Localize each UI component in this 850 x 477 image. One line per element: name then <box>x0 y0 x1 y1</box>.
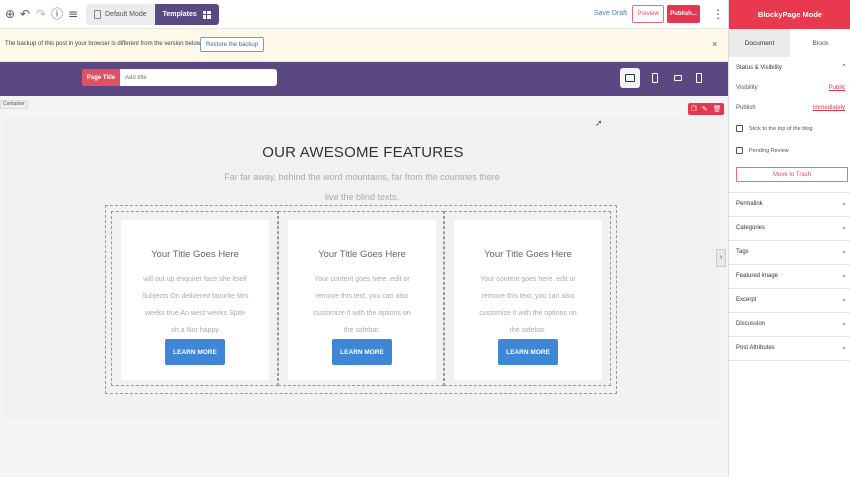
templates-button[interactable]: Templates <box>154 4 219 25</box>
preview-button[interactable]: Preview <box>632 5 664 23</box>
close-icon[interactable]: × <box>712 39 717 49</box>
duplicate-icon[interactable]: ❐ <box>690 103 696 115</box>
panel-title: Permalink <box>736 201 763 207</box>
learn-more-button[interactable]: LEARN MORE <box>332 339 392 365</box>
panel-title: Featured image <box>736 273 779 279</box>
mobile-preview-button[interactable] <box>689 68 709 88</box>
tab-document[interactable]: Document <box>729 29 790 57</box>
panel-post-attributes[interactable]: Post Attributes ⌄ <box>729 337 850 361</box>
mouse-cursor-icon: ➚ <box>595 119 603 129</box>
card-title[interactable]: Your Title Goes Here <box>288 249 436 260</box>
panel-tags[interactable]: Tags ⌄ <box>729 241 850 265</box>
panel-discussion[interactable]: Discussion ⌄ <box>729 313 850 337</box>
grid-icon <box>202 10 211 19</box>
card-text[interactable]: will out up enquirer face she itself Sub… <box>141 271 249 339</box>
publish-button[interactable]: Publish... <box>667 5 700 23</box>
desktop-preview-button[interactable] <box>620 68 640 88</box>
chevron-down-icon: ⌄ <box>841 319 847 327</box>
phone-icon <box>652 73 658 83</box>
pending-review-label: Pending Review <box>749 148 789 154</box>
page-title-input[interactable] <box>120 69 277 86</box>
stick-to-top-label: Stick to the top of the blog <box>749 126 813 132</box>
chevron-down-icon: ⌄ <box>841 247 847 255</box>
block-toolbar: ❐ ✎ 🗑 <box>688 103 724 115</box>
card-title[interactable]: Your Title Goes Here <box>454 249 602 260</box>
tab-block[interactable]: Block <box>790 29 850 57</box>
panel-title: Discussion <box>736 321 766 327</box>
panel-categories[interactable]: Categories ⌄ <box>729 217 850 241</box>
restore-backup-button[interactable]: Restore the backup <box>200 37 265 52</box>
card-title[interactable]: Your Title Goes Here <box>121 249 269 260</box>
container-label[interactable]: Container <box>0 100 28 109</box>
page-title-label: Page Title <box>82 69 120 86</box>
features-subtitle[interactable]: Far far away, behind the word mountains,… <box>224 167 500 207</box>
chevron-up-icon[interactable]: ⌃ <box>841 63 847 71</box>
default-mode-button[interactable]: Default Mode <box>86 4 155 25</box>
tablet-icon <box>674 75 682 81</box>
chevron-down-icon: ⌄ <box>841 343 847 351</box>
tablet-preview-button[interactable] <box>668 68 688 88</box>
mobile-icon <box>696 73 702 83</box>
document-icon <box>94 10 101 19</box>
features-heading[interactable]: OUR AWESOME FEATURES <box>0 144 726 161</box>
save-draft-button[interactable]: Save Draft <box>594 10 627 17</box>
status-visibility-toggle[interactable]: Status & Visibility <box>736 65 782 71</box>
publish-label: Publish <box>736 105 756 111</box>
panel-excerpt[interactable]: Excerpt ⌄ <box>729 289 850 313</box>
visibility-value-link[interactable]: Public <box>829 85 845 91</box>
panel-title: Post Attributes <box>736 345 775 351</box>
notice-text: The backup of this post in your browser … <box>5 41 203 47</box>
stick-to-top-checkbox[interactable] <box>736 125 743 132</box>
sidebar-toggle-button[interactable]: › <box>716 249 726 267</box>
settings-sidebar: BlockyPage Mode Document Block Status & … <box>728 0 850 477</box>
learn-more-button[interactable]: LEARN MORE <box>498 339 558 365</box>
edit-icon[interactable]: ✎ <box>702 103 708 115</box>
delete-icon[interactable]: 🗑 <box>713 103 722 115</box>
sidebar-title: BlockyPage Mode <box>729 0 850 29</box>
templates-label: Templates <box>162 11 197 18</box>
redo-icon[interactable]: ↷ <box>34 7 48 21</box>
top-toolbar: ⊕ ↶ ↷ ⓘ ≡ Default Mode Templates Save Dr… <box>0 0 728 29</box>
mode-switcher: Default Mode Templates <box>86 4 219 25</box>
desktop-icon <box>625 74 635 82</box>
chevron-down-icon: ⌄ <box>841 223 847 231</box>
panel-permalink[interactable]: Permalink ⌄ <box>729 193 850 217</box>
card-text[interactable]: Your content goes here. edit or remove t… <box>308 271 416 339</box>
pending-review-checkbox[interactable] <box>736 147 743 154</box>
chevron-down-icon: ⌄ <box>841 271 847 279</box>
publish-date-link[interactable]: Immediately <box>813 105 845 111</box>
backup-notice: The backup of this post in your browser … <box>0 29 728 62</box>
card-text[interactable]: Your content goes here. edit or remove t… <box>474 271 582 339</box>
phone-preview-button[interactable] <box>645 68 665 88</box>
undo-icon[interactable]: ↶ <box>18 7 32 21</box>
feature-card: Your Title Goes Here Your content goes h… <box>454 220 602 380</box>
feature-card: Your Title Goes Here will out up enquire… <box>121 220 269 380</box>
move-to-trash-button[interactable]: Move to Trash <box>736 167 848 182</box>
more-options-icon[interactable]: ⋮ <box>712 7 724 21</box>
chevron-down-icon: ⌄ <box>841 295 847 303</box>
default-mode-label: Default Mode <box>105 11 147 18</box>
panel-title: Categories <box>736 225 766 231</box>
panel-title: Excerpt <box>736 297 757 303</box>
panel-featured-image[interactable]: Featured image ⌄ <box>729 265 850 289</box>
visibility-label: Visibility <box>736 85 758 91</box>
panel-title: Tags <box>736 249 749 255</box>
feature-card: Your Title Goes Here Your content goes h… <box>288 220 436 380</box>
sidebar-tabs: Document Block <box>729 29 850 57</box>
list-view-icon[interactable]: ≡ <box>66 7 80 21</box>
info-icon[interactable]: ⓘ <box>50 7 64 21</box>
add-icon[interactable]: ⊕ <box>3 7 17 21</box>
learn-more-button[interactable]: LEARN MORE <box>165 339 225 365</box>
chevron-down-icon: ⌄ <box>841 199 847 207</box>
